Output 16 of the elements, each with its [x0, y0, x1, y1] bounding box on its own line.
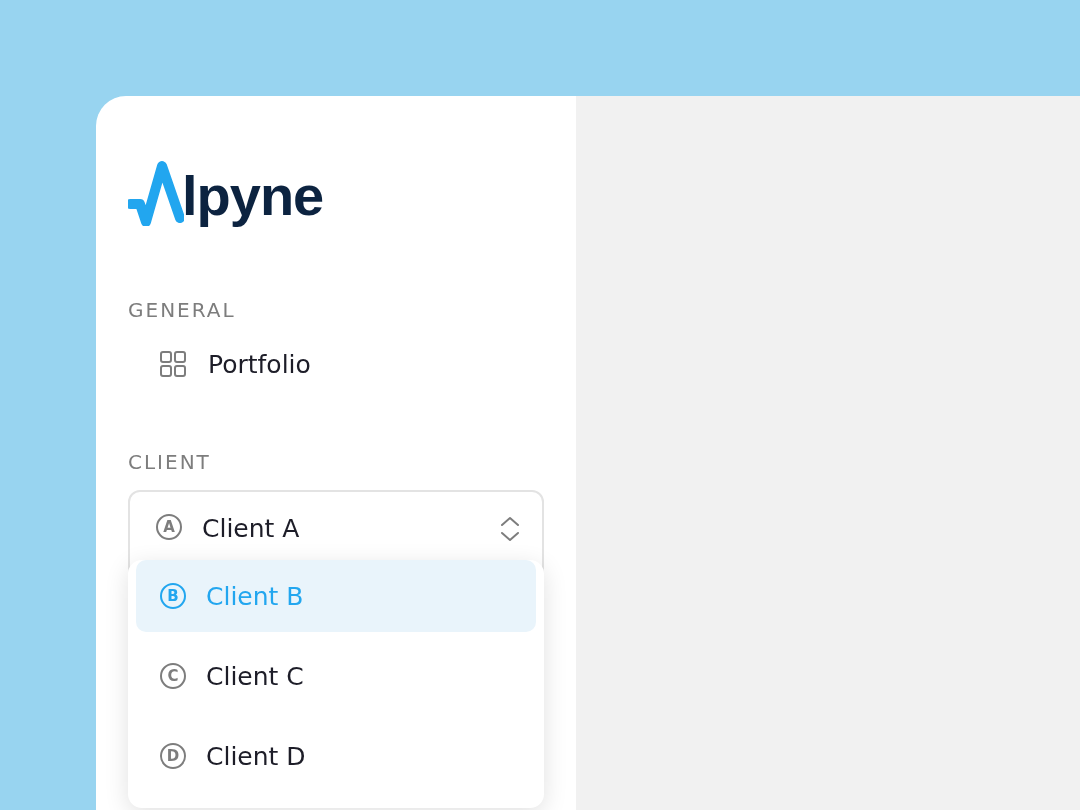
letter-icon: B — [160, 583, 186, 609]
logo-mark-icon — [128, 160, 184, 226]
letter-icon: D — [160, 743, 186, 769]
letter-icon: A — [156, 514, 182, 540]
option-label: Client C — [206, 661, 304, 691]
dropdown-option[interactable]: C Client C — [136, 640, 536, 712]
dropdown-option[interactable]: D Client D — [136, 720, 536, 792]
grid-icon — [160, 351, 186, 377]
chevron-up-down-icon — [500, 516, 520, 542]
option-label: Client D — [206, 741, 306, 771]
select-value: Client A — [202, 514, 300, 543]
letter-icon: C — [160, 663, 186, 689]
option-label: Client B — [206, 581, 304, 611]
nav-item[interactable]: Portfolio — [128, 324, 544, 404]
section-title: CLIENT — [128, 449, 212, 476]
section-title: GENERAL — [128, 297, 237, 324]
